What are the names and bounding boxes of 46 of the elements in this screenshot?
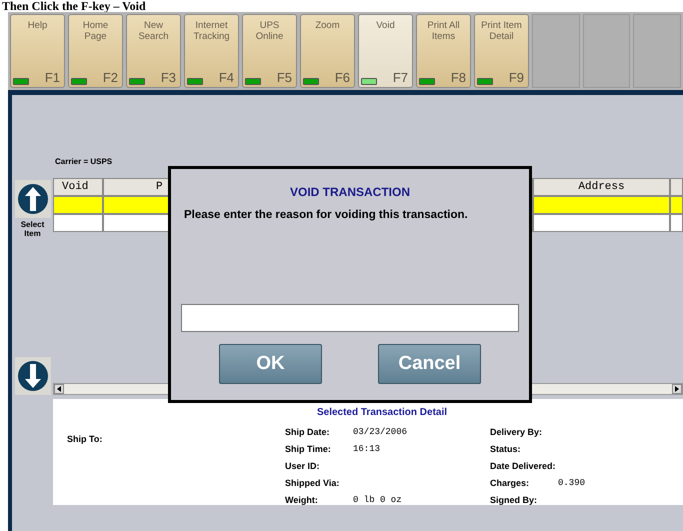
detail-label: Weight: [285,494,319,507]
indicator-light-icon [361,78,377,85]
indicator-light-icon [303,78,319,85]
detail-value: 0 lb 0 oz [353,494,402,507]
column-header[interactable]: Address [533,178,670,196]
indicator-light-icon [187,78,203,85]
scroll-left-icon[interactable] [54,384,64,394]
detail-label: Delivery By: [490,426,544,439]
detail-label: Ship Date: [285,426,331,439]
function-key-button[interactable]: Zoom F6 [300,14,355,88]
indicator-light-icon [129,78,145,85]
detail-value: 03/23/2006 [353,426,408,439]
select-item-label: Select Item [20,220,46,238]
function-key-button[interactable]: UPS Online F5 [242,14,297,88]
function-key-button[interactable]: Void F7 [358,14,413,88]
function-key-button[interactable]: Print All Items F8 [416,14,471,88]
column-header[interactable]: Void [53,178,103,196]
reason-field[interactable] [181,304,519,332]
detail-label: Shipped Via: [285,476,340,490]
ok-button[interactable]: OK [219,344,322,384]
detail-label: Charges: [490,476,530,490]
indicator-light-icon [419,78,435,85]
function-key-button[interactable]: Internet Tracking F4 [184,14,239,88]
function-key-button[interactable]: New Search F3 [126,14,181,88]
detail-title: Selected Transaction Detail [316,406,448,420]
ship-to-label: Ship To: [67,434,102,444]
dialog-title: VOID TRANSACTION [290,184,410,201]
detail-label: Date Delivered: [490,460,557,473]
detail-label: Ship Time: [285,442,332,456]
page-heading: Then Click the F-key – Void [2,0,146,12]
filter-label: Carrier = USPS [55,156,112,168]
detail-label: Signed By: [490,494,538,507]
indicator-light-icon [13,78,29,85]
cancel-button[interactable]: Cancel [378,344,481,384]
detail-value: 16:13 [353,442,380,456]
function-key-button[interactable]: Help F1 [10,14,65,88]
dialog-message: Please enter the reason for voiding this transaction. [184,208,468,223]
detail-label: User ID: [285,460,321,473]
function-key-button[interactable]: Print Item Detail F9 [474,14,529,88]
function-key-button[interactable]: Home Page F2 [68,14,123,88]
detail-value: 0.390 [558,476,586,490]
detail-label: Status: [490,442,522,456]
scroll-right-icon[interactable] [672,384,682,394]
indicator-light-icon [477,78,493,85]
indicator-light-icon [245,78,261,85]
indicator-light-icon [71,78,87,85]
